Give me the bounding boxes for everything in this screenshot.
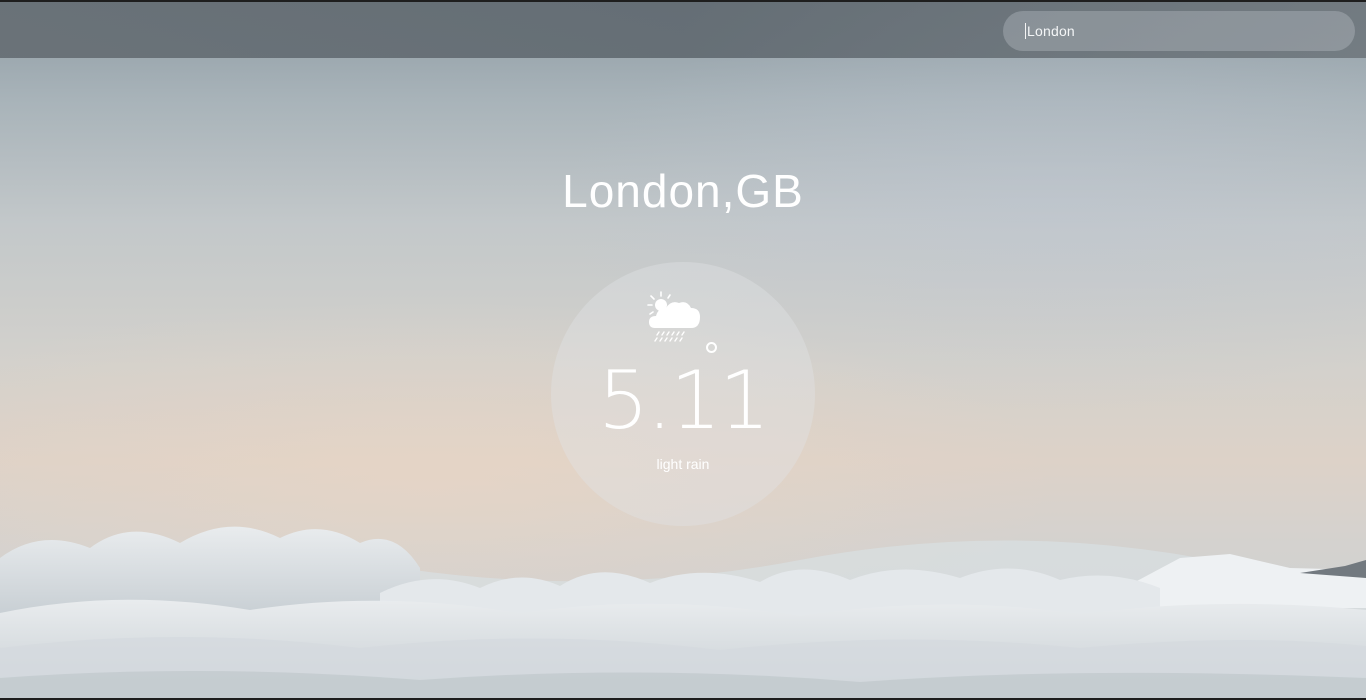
weather-card: 5.11 light rain [551,262,815,526]
weather-description: light rain [656,456,710,472]
top-bar: London [0,2,1366,58]
text-cursor [1025,23,1026,39]
city-title: London,GB [562,165,804,217]
search-input-value: London [1027,23,1075,39]
weather-app: London London,GB 5.11 light rain [0,0,1366,700]
temperature-value: 5.11 [597,354,770,447]
search-input[interactable]: London [1003,11,1355,51]
sun-cloud-rain-icon [647,291,700,342]
cloud-sea-background [0,526,1366,698]
degree-symbol [706,342,717,353]
